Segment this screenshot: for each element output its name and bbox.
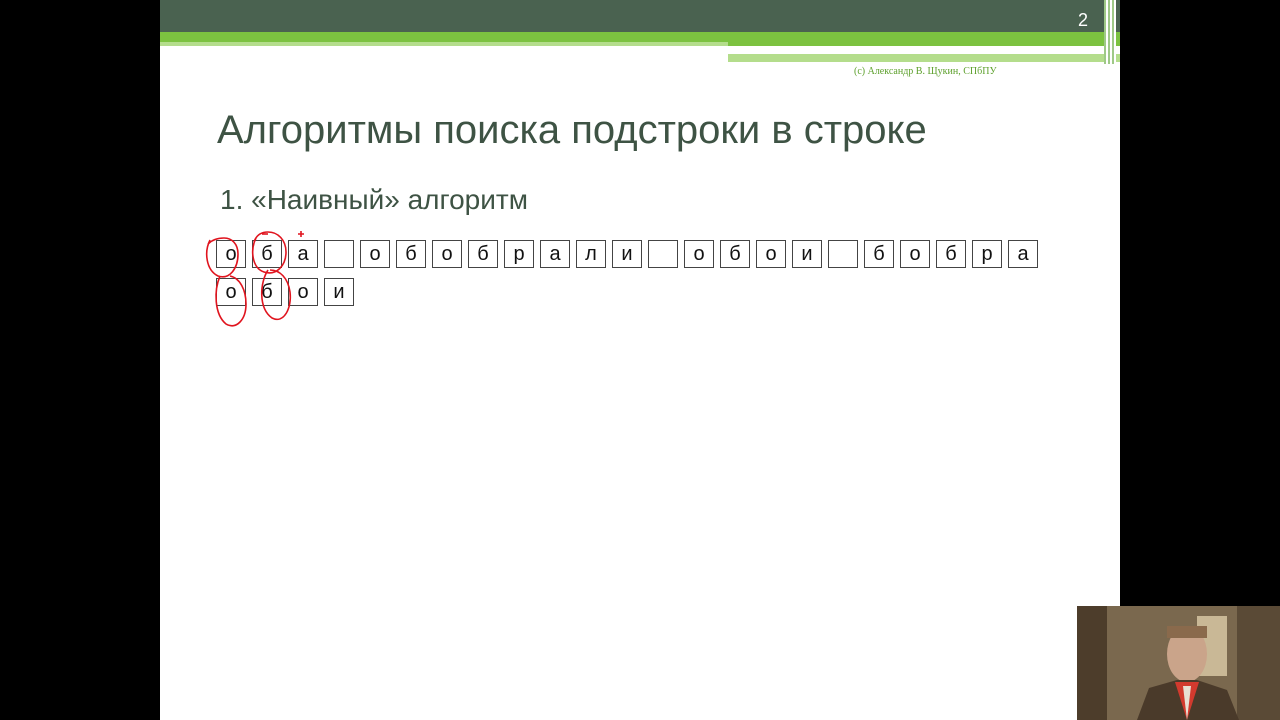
pattern-char-cell: о bbox=[288, 278, 318, 306]
header-white-line bbox=[728, 51, 1048, 54]
text-char-cell: л bbox=[576, 240, 606, 268]
ink-plus-mark bbox=[298, 231, 304, 237]
text-char-cell: и bbox=[792, 240, 822, 268]
header-accent-band bbox=[160, 32, 1120, 42]
presenter-video bbox=[1077, 606, 1280, 720]
header-accent-thin-right bbox=[728, 42, 1120, 46]
copyright-note: (c) Александр В. Щукин, СПбПУ bbox=[854, 66, 997, 77]
text-char-cell bbox=[648, 240, 678, 268]
text-char-cell: б bbox=[252, 240, 282, 268]
text-char-cell: о bbox=[900, 240, 930, 268]
text-char-cell: р bbox=[972, 240, 1002, 268]
pattern-char-cell: о bbox=[216, 278, 246, 306]
text-char-cell: а bbox=[1008, 240, 1038, 268]
text-char-cell bbox=[828, 240, 858, 268]
text-char-cell: о bbox=[756, 240, 786, 268]
header-accent-lower bbox=[728, 54, 1120, 62]
header-bar bbox=[160, 0, 1120, 32]
slide: 2 (c) Александр В. Щукин, СПбПУ Алгоритм… bbox=[160, 0, 1120, 720]
text-string-row: оба обобрали обои бобра bbox=[216, 240, 1038, 268]
text-char-cell: о bbox=[360, 240, 390, 268]
slide-title: Алгоритмы поиска подстроки в строке bbox=[217, 108, 927, 152]
text-char-cell: а bbox=[540, 240, 570, 268]
text-char-cell: б bbox=[720, 240, 750, 268]
text-char-cell: б bbox=[396, 240, 426, 268]
page-number: 2 bbox=[1077, 10, 1088, 30]
text-char-cell: и bbox=[612, 240, 642, 268]
text-char-cell: о bbox=[432, 240, 462, 268]
pattern-char-cell: б bbox=[252, 278, 282, 306]
text-char-cell: о bbox=[684, 240, 714, 268]
slide-subtitle: 1. «Наивный» алгоритм bbox=[220, 184, 528, 215]
header-accent-thin-left bbox=[160, 42, 728, 46]
text-char-cell: б bbox=[936, 240, 966, 268]
text-char-cell bbox=[324, 240, 354, 268]
text-char-cell: б bbox=[864, 240, 894, 268]
header-stripes bbox=[1104, 0, 1116, 64]
pattern-char-cell: и bbox=[324, 278, 354, 306]
text-char-cell: б bbox=[468, 240, 498, 268]
pattern-string-row: обои bbox=[216, 278, 354, 306]
text-char-cell: о bbox=[216, 240, 246, 268]
text-char-cell: р bbox=[504, 240, 534, 268]
presenter-webcam bbox=[1077, 606, 1280, 720]
text-char-cell: а bbox=[288, 240, 318, 268]
